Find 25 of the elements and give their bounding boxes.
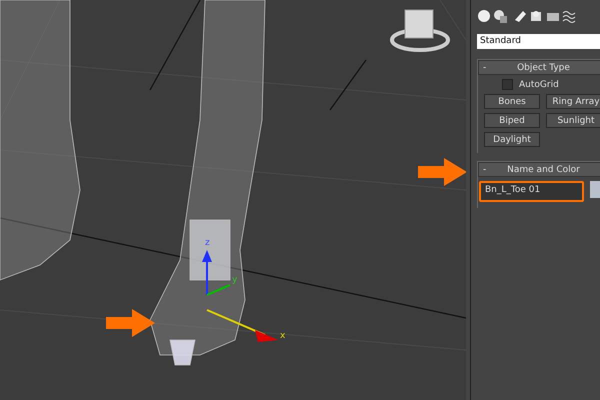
dropdown[interactable]: Standard (477, 34, 600, 49)
rollout-title: Object Type (516, 62, 571, 72)
collapse-toggle[interactable]: - (479, 164, 497, 174)
sphere-icon[interactable] (478, 10, 490, 22)
checkbox-label: AutoGrid (519, 80, 559, 90)
arrow-icon (106, 309, 155, 337)
collapse-toggle[interactable]: - (479, 62, 497, 72)
create-button[interactable]: Sunlight (546, 113, 600, 128)
axis-label: x (280, 331, 286, 341)
wave-icon[interactable] (562, 11, 576, 23)
rollout-header[interactable]: - Object Type (478, 60, 600, 75)
rollout-title: Name and Color (506, 164, 581, 174)
shapes-icon[interactable] (494, 10, 507, 23)
name-field[interactable]: Bn_L_Toe 01 (479, 181, 584, 202)
create-button[interactable]: Ring Array (546, 94, 600, 109)
view-cube-drawing[interactable] (390, 10, 450, 52)
rollout-header[interactable]: - Name and Color (478, 162, 600, 177)
color-swatch[interactable] (590, 181, 600, 198)
create-button[interactable]: Bones (484, 94, 540, 109)
axis-label: y (232, 275, 238, 285)
create-button[interactable]: Biped (484, 113, 540, 128)
checkbox[interactable] (502, 79, 513, 90)
create-button[interactable]: Daylight (484, 132, 540, 147)
arrow-icon (418, 158, 466, 186)
axis-label: z (205, 238, 210, 248)
